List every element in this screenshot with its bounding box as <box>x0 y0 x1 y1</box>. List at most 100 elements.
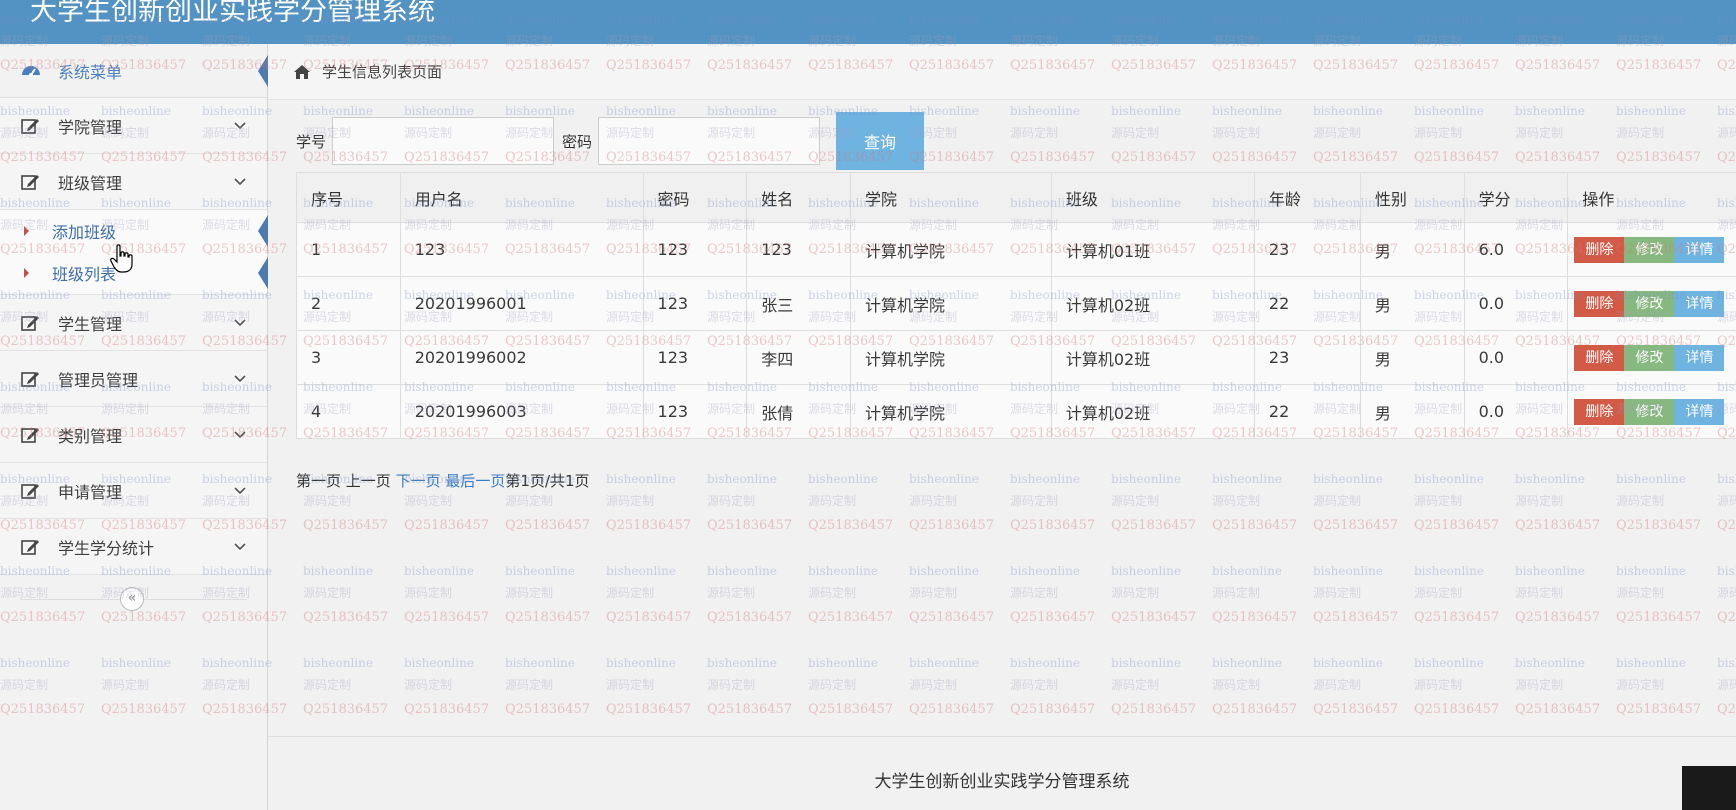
detail-button[interactable]: 详情 <box>1674 236 1725 263</box>
app-title: 大学生创新创业实践学分管理系统 <box>30 0 435 27</box>
cell-credits: 6.0 <box>1463 222 1569 277</box>
column-header: 班级 <box>1050 172 1255 223</box>
sidebar-item-category[interactable]: 类别管理 <box>0 407 267 463</box>
cell-index: 2 <box>296 276 401 331</box>
breadcrumb: 学生信息列表页面 <box>268 44 1736 100</box>
sidebar-item-label: 类别管理 <box>58 426 123 446</box>
cell-age: 22 <box>1253 276 1361 331</box>
cell-age: 23 <box>1253 222 1361 277</box>
cell-credits: 0.0 <box>1463 384 1569 439</box>
prev-page-link[interactable]: 上一页 <box>346 472 391 490</box>
hand-cursor-icon <box>110 244 133 273</box>
chevron-down-icon <box>234 487 246 495</box>
chevron-down-icon <box>234 375 246 383</box>
sidebar-item-label: 申请管理 <box>58 482 123 502</box>
cell-password: 123 <box>642 384 748 439</box>
cell-username: 20201996002 <box>399 330 644 385</box>
column-header: 序号 <box>296 172 401 223</box>
edit-button[interactable]: 修改 <box>1624 344 1675 371</box>
sidebar-subitem-label: 添加班级 <box>52 223 117 242</box>
chevron-down-icon <box>234 319 246 327</box>
caret-right-icon <box>24 268 29 278</box>
edit-button[interactable]: 修改 <box>1624 236 1675 263</box>
sidebar-header: 系统菜单 <box>0 44 268 98</box>
student-table-wrap: 序号 用户名 密码 姓名 学院 班级 年龄 性别 学分 操作 1 123 123 <box>296 172 1736 439</box>
cell-actions: 删除 修改 详情 <box>1567 384 1736 439</box>
sidebar-item-label: 管理员管理 <box>58 370 139 390</box>
edit-icon <box>21 371 39 387</box>
password-input[interactable] <box>598 117 821 165</box>
cell-name: 李四 <box>746 330 851 385</box>
column-header: 姓名 <box>746 172 851 223</box>
column-header: 性别 <box>1359 172 1465 223</box>
page-title: 学生信息列表页面 <box>322 63 443 81</box>
last-page-link[interactable]: 最后一页 <box>445 472 505 490</box>
cell-name: 123 <box>746 222 851 277</box>
cell-password: 123 <box>642 276 748 331</box>
sidebar-header-label: 系统菜单 <box>58 62 123 82</box>
home-icon <box>294 64 310 79</box>
chevron-down-icon <box>234 178 246 186</box>
sidebar-item-application[interactable]: 申请管理 <box>0 463 267 519</box>
sidebar-item-college[interactable]: 学院管理 <box>0 98 267 154</box>
column-header: 密码 <box>642 172 748 223</box>
delete-button[interactable]: 删除 <box>1574 290 1625 317</box>
cell-actions: 删除 修改 详情 <box>1567 330 1736 385</box>
column-header: 年龄 <box>1253 172 1361 223</box>
table-row: 2 20201996001 123 张三 计算机学院 计算机02班 22 男 0… <box>296 276 1736 331</box>
sidebar-item-label: 学生管理 <box>58 314 123 334</box>
detail-button[interactable]: 详情 <box>1674 344 1725 371</box>
cell-gender: 男 <box>1359 276 1465 331</box>
page-status: 第1页/共1页 <box>505 472 590 490</box>
sidebar-item-class[interactable]: 班级管理 <box>0 154 267 210</box>
edit-button[interactable]: 修改 <box>1624 398 1675 425</box>
sidebar-collapse-row: « <box>0 575 267 625</box>
delete-button[interactable]: 删除 <box>1574 398 1625 425</box>
cell-class: 计算机02班 <box>1050 384 1255 439</box>
sidebar-item-label: 班级管理 <box>58 173 123 193</box>
delete-button[interactable]: 删除 <box>1574 344 1625 371</box>
delete-button[interactable]: 删除 <box>1574 236 1625 263</box>
next-page-link[interactable]: 下一页 <box>396 472 441 490</box>
sidebar-item-label: 学生学分统计 <box>58 538 155 558</box>
cell-index: 1 <box>296 222 401 277</box>
detail-button[interactable]: 详情 <box>1674 290 1725 317</box>
first-page-link[interactable]: 第一页 <box>296 472 341 490</box>
student-id-label: 学号 <box>296 132 327 151</box>
cell-index: 3 <box>296 330 401 385</box>
chevron-down-icon <box>234 122 246 130</box>
sidebar-item-student[interactable]: 学生管理 <box>0 295 267 351</box>
caret-right-icon <box>24 226 29 236</box>
cell-college: 计算机学院 <box>850 384 1052 439</box>
sidebar-collapse-button[interactable]: « <box>120 587 144 611</box>
sidebar-subitem-label: 班级列表 <box>52 265 117 284</box>
edit-button[interactable]: 修改 <box>1624 290 1675 317</box>
search-button[interactable]: 查询 <box>836 112 925 170</box>
search-form: 学号 密码 查询 <box>296 112 925 170</box>
active-indicator <box>258 257 268 289</box>
sidebar-item-admin[interactable]: 管理员管理 <box>0 351 267 407</box>
detail-button[interactable]: 详情 <box>1674 398 1725 425</box>
cell-class: 计算机02班 <box>1050 276 1255 331</box>
cell-username: 123 <box>399 222 644 277</box>
table-row: 1 123 123 123 计算机学院 计算机01班 23 男 6.0 删除 修改… <box>296 222 1736 277</box>
pagination: 第一页 上一页 下一页 最后一页第1页/共1页 <box>296 470 590 491</box>
password-label: 密码 <box>562 132 593 151</box>
table-row: 4 20201996003 123 张倩 计算机学院 计算机02班 22 男 0… <box>296 384 1736 439</box>
active-indicator <box>258 215 268 247</box>
cell-username: 20201996003 <box>399 384 644 439</box>
cell-age: 22 <box>1253 384 1361 439</box>
cell-class: 计算机01班 <box>1050 222 1255 277</box>
footer: 大学生创新创业实践学分管理系统 <box>268 736 1736 810</box>
column-header: 操作 <box>1567 172 1736 223</box>
cell-credits: 0.0 <box>1463 330 1569 385</box>
cell-age: 23 <box>1253 330 1361 385</box>
edit-icon <box>21 118 39 134</box>
cell-username: 20201996001 <box>399 276 644 331</box>
sidebar-item-credit-stats[interactable]: 学生学分统计 <box>0 519 267 575</box>
app-header: 大学生创新创业实践学分管理系统 <box>0 0 1736 44</box>
student-id-input[interactable] <box>332 117 555 165</box>
cell-actions: 删除 修改 详情 <box>1567 276 1736 331</box>
sidebar-item-label: 学院管理 <box>58 117 123 137</box>
edit-icon <box>21 174 39 190</box>
